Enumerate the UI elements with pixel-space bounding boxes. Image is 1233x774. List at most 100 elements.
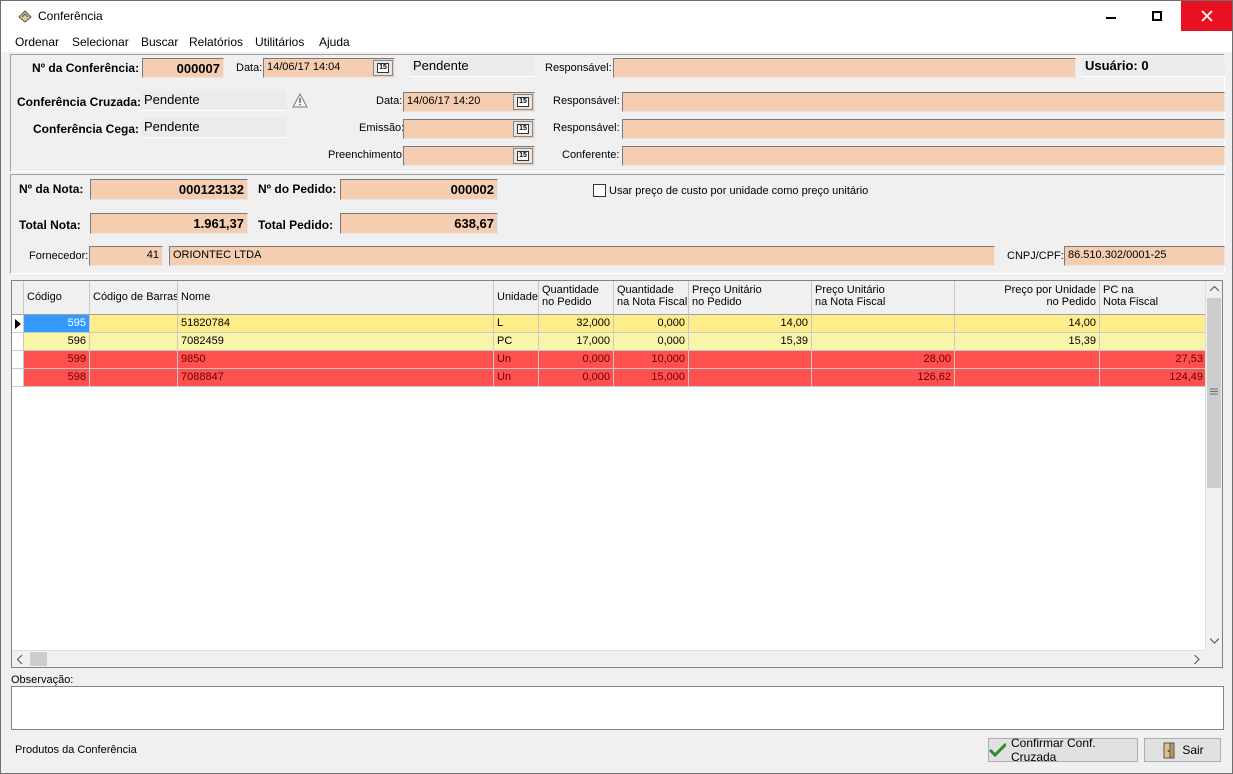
cell-qtd-nota[interactable]: 0,000 [614,315,689,333]
menu-buscar[interactable]: Buscar [141,35,178,49]
cell-codigo[interactable]: 596 [24,333,90,351]
cell-pu-nota[interactable] [812,333,955,351]
cell-qtd-pedido[interactable]: 0,000 [539,369,614,387]
cell-ppu-pedido[interactable]: 14,00 [955,315,1100,333]
header-pu-pedido[interactable]: Preço Unitário no Pedido [689,281,812,315]
header-codigo[interactable]: Código [24,281,90,315]
cell-codigo[interactable]: 598 [24,369,90,387]
cell-qtd-pedido[interactable]: 32,000 [539,315,614,333]
header-pu-nota[interactable]: Preço Unitário na Nota Fiscal [812,281,955,315]
cell-barras[interactable] [90,333,178,351]
table-row[interactable]: 599 9850 Un 0,000 10,000 28,00 27,53 [12,351,1207,369]
menu-selecionar[interactable]: Selecionar [72,35,129,49]
cell-pc-nota[interactable]: 27,53 [1100,351,1207,369]
current-row-arrow-icon [15,319,21,329]
header-pc-nota-line1: PC na [1103,284,1134,296]
preenchimento-calendar-button[interactable]: 15 [513,148,533,164]
calendar-icon: 15 [517,124,529,134]
scroll-down-icon[interactable] [1210,638,1219,644]
cell-pu-pedido[interactable] [689,369,812,387]
cell-ppu-pedido[interactable]: 15,39 [955,333,1100,351]
cell-ppu-pedido[interactable] [955,351,1100,369]
table-row[interactable]: 598 7088847 Un 0,000 15,000 126,62 124,4… [12,369,1207,387]
cell-codigo[interactable]: 595 [24,315,90,333]
cell-pu-pedido[interactable]: 15,39 [689,333,812,351]
fornecedor-code-field[interactable]: 41 [89,246,163,266]
cell-barras[interactable] [90,315,178,333]
cell-pu-nota[interactable]: 126,62 [812,369,955,387]
cell-unidade[interactable]: Un [494,369,539,387]
cell-qtd-nota[interactable]: 15,000 [614,369,689,387]
cruzada-responsavel-field[interactable] [622,92,1225,112]
cell-barras[interactable] [90,369,178,387]
usar-preco-custo-checkbox[interactable] [593,184,606,197]
table-row[interactable]: 595 51820784 L 32,000 0,000 14,00 14,00 [12,315,1207,333]
close-button[interactable] [1181,1,1232,31]
cell-pc-nota[interactable]: 124,49 [1100,369,1207,387]
menu-relatorios[interactable]: Relatórios [189,35,243,49]
cell-pu-pedido[interactable]: 14,00 [689,315,812,333]
cell-qtd-pedido[interactable]: 17,000 [539,333,614,351]
header-pc-nota[interactable]: PC na Nota Fiscal [1100,281,1207,315]
header-ppu-pedido[interactable]: Preço por Unidade no Pedido [955,281,1100,315]
cell-nome[interactable]: 9850 [178,351,494,369]
header-unidade[interactable]: Unidade [494,281,539,315]
cell-pc-nota[interactable] [1100,333,1207,351]
cell-ppu-pedido[interactable] [955,369,1100,387]
cruzada-date-label: Data: [376,95,403,107]
scroll-right-icon[interactable] [1194,655,1200,664]
table-row[interactable]: 596 7082459 PC 17,000 0,000 15,39 15,39 [12,333,1207,351]
cell-nome[interactable]: 51820784 [178,315,494,333]
conferente-field[interactable] [622,146,1225,166]
cell-unidade[interactable]: Un [494,351,539,369]
cell-codigo[interactable]: 599 [24,351,90,369]
cell-pu-nota[interactable]: 28,00 [812,351,955,369]
cell-unidade[interactable]: PC [494,333,539,351]
cell-qtd-pedido[interactable]: 0,000 [539,351,614,369]
header-qtd-pedido-line1: Quantidade [542,284,599,296]
fornecedor-name-field[interactable]: ORIONTEC LTDA [169,246,995,266]
cnpj-field: 86.510.302/0001-25 [1064,246,1225,266]
cell-nome[interactable]: 7082459 [178,333,494,351]
horizontal-scrollbar[interactable] [12,650,1207,667]
scroll-left-icon[interactable] [17,655,23,664]
maximize-button[interactable] [1134,1,1180,31]
horizontal-scroll-thumb[interactable] [30,652,47,666]
cell-pu-pedido[interactable] [689,351,812,369]
observacao-textarea[interactable] [11,686,1224,730]
vertical-scrollbar[interactable] [1205,281,1222,650]
scroll-up-icon[interactable] [1210,286,1219,292]
emissao-calendar-button[interactable]: 15 [513,121,533,137]
cega-responsavel-field[interactable] [622,119,1225,139]
responsavel-field[interactable] [613,58,1076,78]
header-nome[interactable]: Nome [178,281,494,315]
cell-pc-nota[interactable] [1100,315,1207,333]
calendar-button[interactable]: 15 [373,60,393,76]
confirm-cruzada-button[interactable]: Confirmar Conf. Cruzada [988,736,1138,764]
cell-nome[interactable]: 7088847 [178,369,494,387]
cnpj-label: CNPJ/CPF: [1007,250,1064,262]
menu-ajuda[interactable]: Ajuda [319,35,350,49]
vertical-scroll-thumb[interactable] [1207,298,1221,488]
exit-button[interactable]: Sair [1144,738,1221,762]
header-qtd-pedido[interactable]: Quantidade no Pedido [539,281,614,315]
cell-qtd-nota[interactable]: 10,000 [614,351,689,369]
nota-number-field[interactable]: 000123132 [90,179,248,200]
menu-ordenar[interactable]: Ordenar [15,35,59,49]
cell-unidade[interactable]: L [494,315,539,333]
cell-qtd-nota[interactable]: 0,000 [614,333,689,351]
title-bar: Conferência [1,1,1232,32]
header-codigo-barras[interactable]: Código de Barras [90,281,178,315]
usar-preco-custo-label[interactable]: Usar preço de custo por unidade como pre… [609,185,868,197]
cruzada-calendar-button[interactable]: 15 [513,94,533,110]
header-qtd-nota[interactable]: Quantidade na Nota Fiscal [614,281,689,315]
cell-barras[interactable] [90,351,178,369]
total-pedido-field: 638,67 [340,213,498,234]
grip-icon [1210,388,1218,395]
minimize-button[interactable] [1088,1,1134,31]
cell-pu-nota[interactable] [812,315,955,333]
calendar-icon: 15 [517,97,529,107]
menu-utilitarios[interactable]: Utilitários [255,35,304,49]
pedido-field[interactable]: 000002 [340,179,498,200]
conferencia-number-field[interactable]: 000007 [142,58,224,78]
